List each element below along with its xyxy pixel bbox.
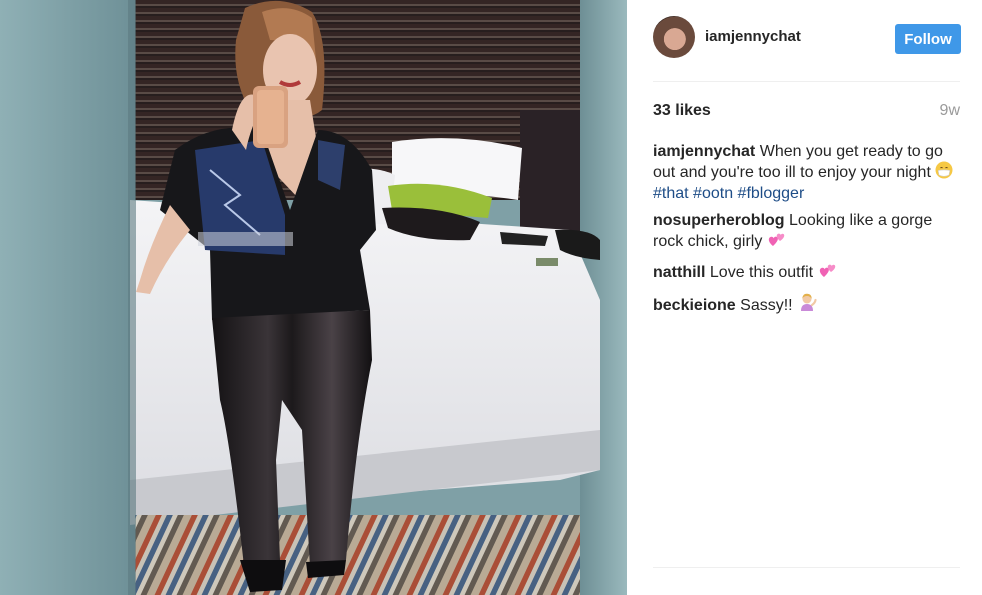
avatar[interactable] xyxy=(653,16,695,58)
footer-divider xyxy=(653,567,960,568)
post-username[interactable]: iamjennychat xyxy=(705,28,801,45)
comment-text: Love this outfit xyxy=(709,264,814,281)
mirror-selfie-image xyxy=(0,0,627,595)
comment-author[interactable]: natthill xyxy=(653,264,705,281)
face-with-medical-mask-icon xyxy=(935,161,953,184)
follow-button[interactable]: Follow xyxy=(895,24,961,54)
hashtag-link[interactable]: #ootn xyxy=(693,185,733,202)
comment-author[interactable]: iamjennychat xyxy=(653,143,755,160)
sparkling-heart-icon xyxy=(818,261,838,284)
comment-author[interactable]: nosuperheroblog xyxy=(653,212,785,229)
post-photo[interactable] xyxy=(0,0,627,595)
comment-text: Sassy!! xyxy=(740,297,793,314)
post-age[interactable]: 9w xyxy=(940,102,960,120)
post-header: iamjennychat Follow xyxy=(653,16,961,62)
comment-author[interactable]: beckieione xyxy=(653,297,736,314)
hashtag-link[interactable]: #that xyxy=(653,185,689,202)
person-tipping-hand-icon xyxy=(797,292,817,317)
likes-count[interactable]: 33 likes xyxy=(653,102,711,120)
header-divider xyxy=(653,81,960,82)
sparkling-heart-icon xyxy=(767,230,787,253)
comment-item: natthill Love this outfit xyxy=(653,261,958,284)
comments-list: iamjennychat When you get ready to go ou… xyxy=(653,142,958,325)
hashtag-link[interactable]: #fblogger xyxy=(738,185,805,202)
post-details-panel: iamjennychat Follow 33 likes 9w iamjenny… xyxy=(627,0,982,595)
comment-item: beckieione Sassy!! xyxy=(653,292,958,317)
caption: iamjennychat When you get ready to go ou… xyxy=(653,142,958,203)
comment-item: nosuperheroblog Looking like a gorge roc… xyxy=(653,211,958,253)
